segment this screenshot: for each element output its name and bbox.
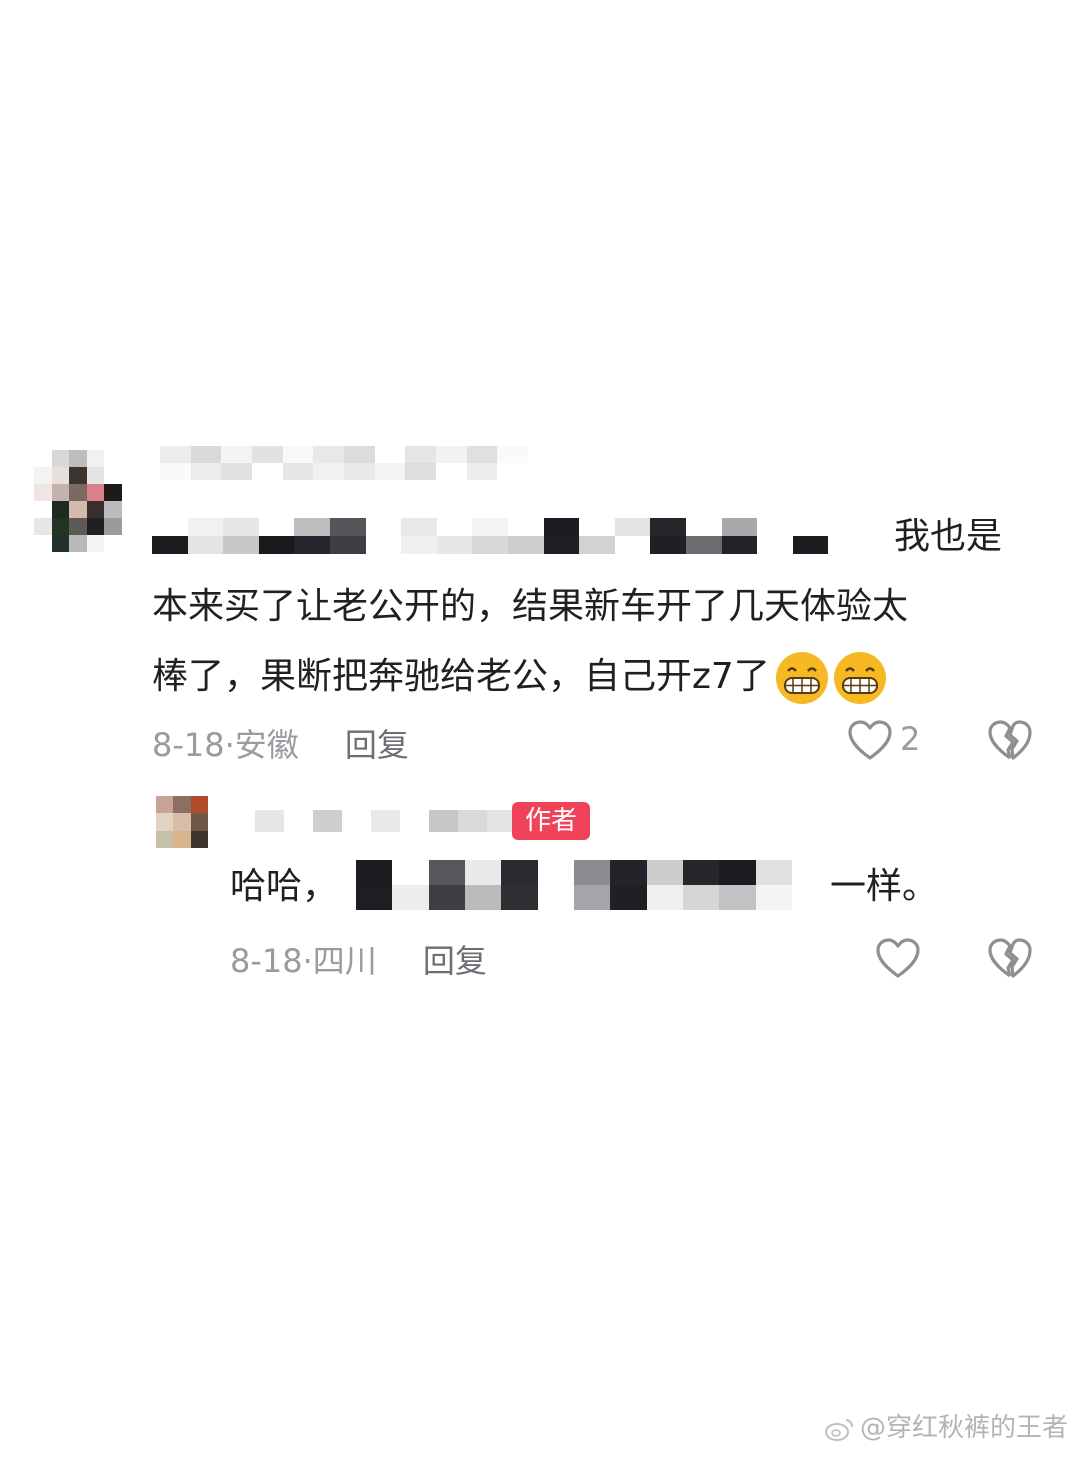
heart-icon[interactable] bbox=[874, 936, 922, 980]
meta-separator: · bbox=[302, 942, 313, 980]
comment-text-line2: 本来买了让老公开的，结果新车开了几天体验太 bbox=[152, 586, 909, 627]
comment-date: 8-18 bbox=[152, 726, 225, 764]
reply-meta: 8-18·四川 回复 bbox=[230, 936, 487, 982]
like-count: 2 bbox=[900, 720, 921, 758]
grinning-face-emoji-icon bbox=[833, 652, 886, 704]
comment-text-line3: 棒了，果断把奔驰给老公，自己开z7了 bbox=[152, 642, 886, 712]
redacted-text-block bbox=[356, 860, 792, 910]
reply-button[interactable]: 回复 bbox=[423, 942, 487, 980]
author-avatar[interactable] bbox=[156, 796, 208, 848]
author-username-redacted[interactable] bbox=[226, 810, 516, 832]
reply-date: 8-18 bbox=[230, 942, 303, 980]
author-badge: 作者 bbox=[512, 802, 590, 840]
comment-text-line1-end: 我也是 bbox=[894, 516, 1003, 557]
comment-text-line3-content: 棒了，果断把奔驰给老公，自己开z7了 bbox=[152, 656, 770, 697]
reply-text-end: 一样。 bbox=[830, 866, 939, 907]
heart-icon[interactable] bbox=[846, 718, 894, 762]
grinning-face-emoji-icon bbox=[775, 652, 828, 704]
avatar[interactable] bbox=[34, 450, 122, 552]
redacted-text-block bbox=[152, 518, 864, 554]
username-redacted[interactable] bbox=[160, 446, 528, 480]
reply-text-start: 哈哈， bbox=[230, 866, 339, 907]
reply-location: 四川 bbox=[312, 942, 377, 980]
weibo-icon bbox=[824, 1418, 853, 1441]
meta-separator: · bbox=[224, 726, 235, 764]
watermark-text: @穿红秋裤的王者 bbox=[859, 1413, 1068, 1443]
comment-location: 安徽 bbox=[234, 726, 299, 764]
watermark: @穿红秋裤的王者 bbox=[824, 1407, 1068, 1444]
broken-heart-dislike-icon[interactable] bbox=[986, 718, 1034, 762]
broken-heart-dislike-icon[interactable] bbox=[986, 936, 1034, 980]
comment-meta: 8-18·安徽 回复 bbox=[152, 720, 409, 766]
reply-button[interactable]: 回复 bbox=[345, 726, 409, 764]
